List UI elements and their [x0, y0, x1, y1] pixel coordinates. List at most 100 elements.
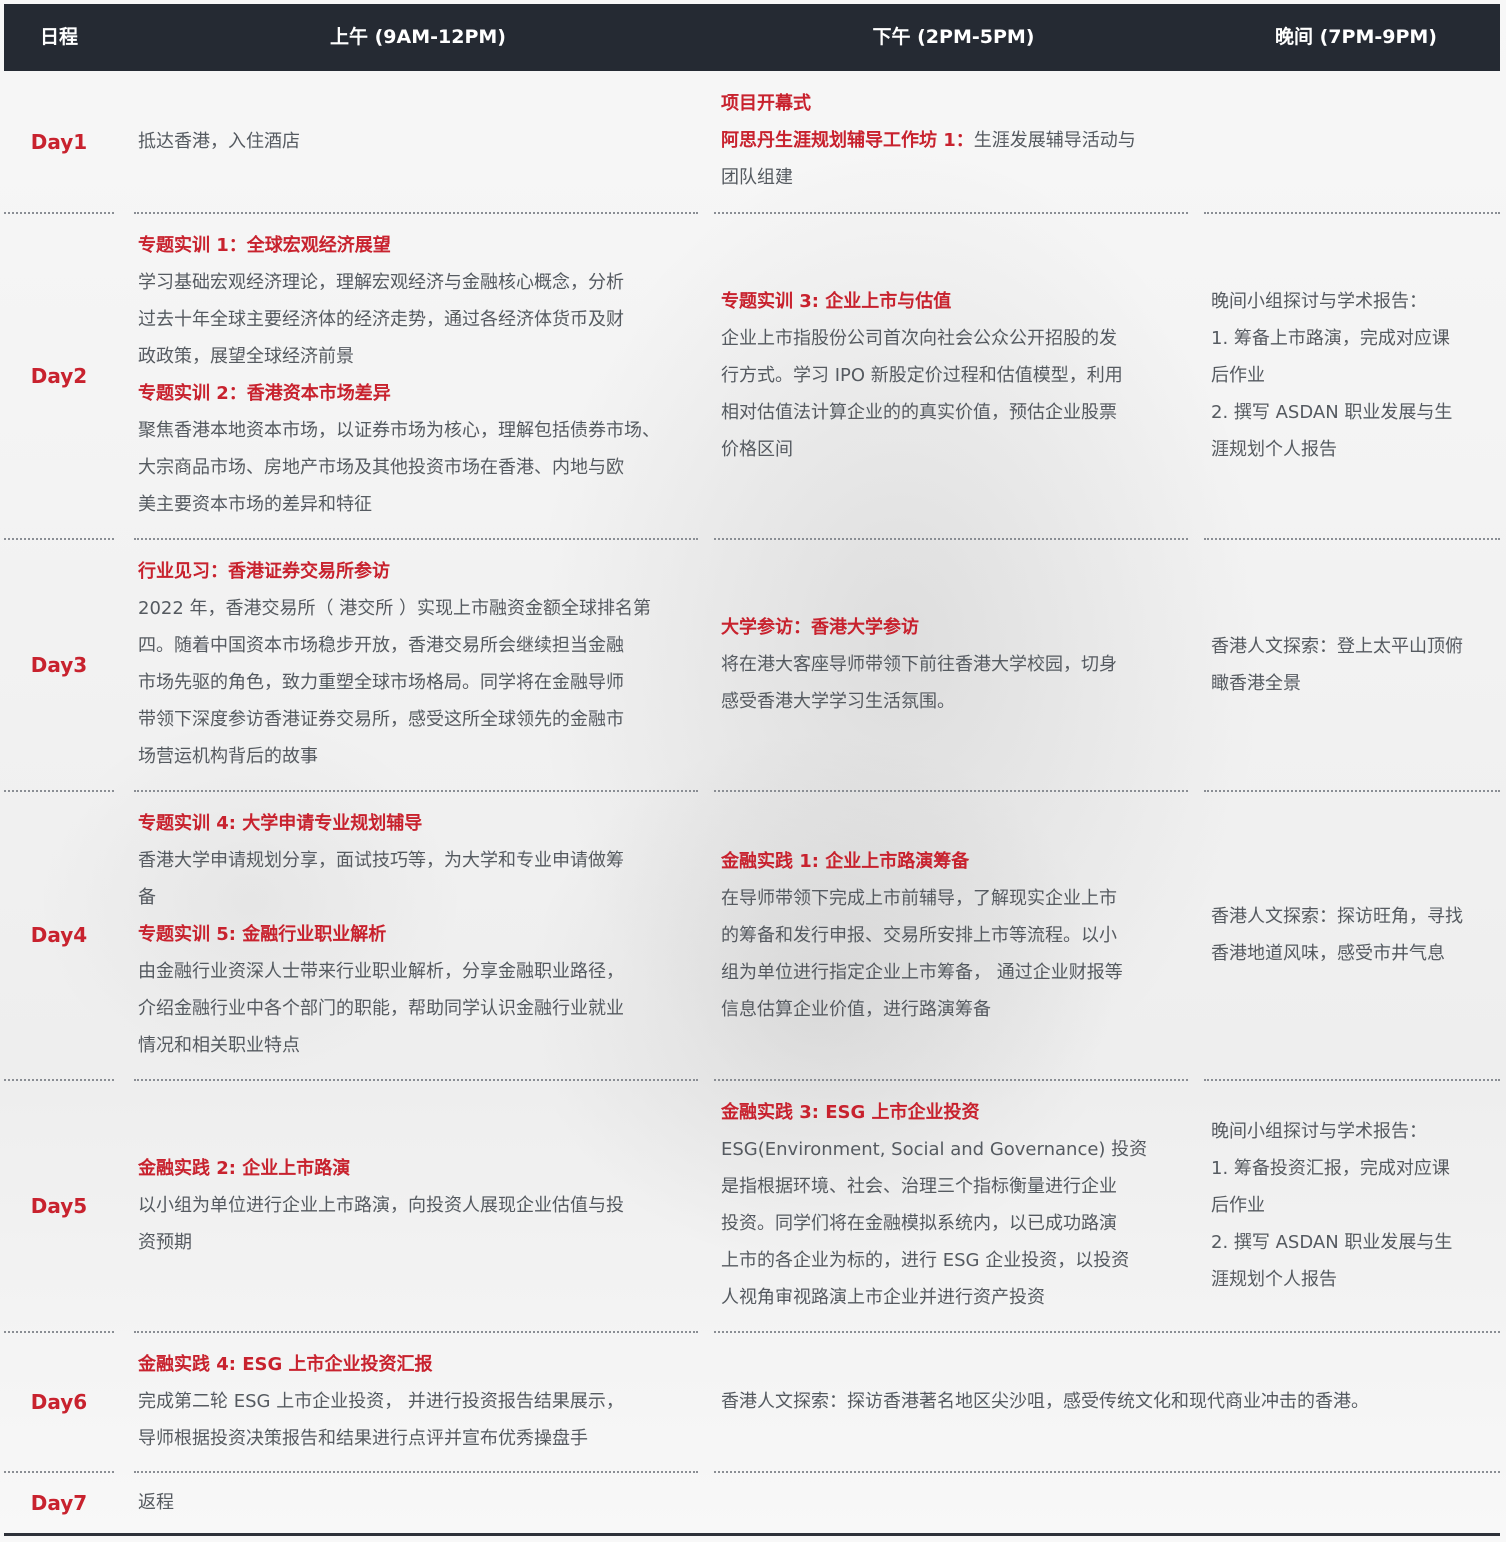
am-cell: 专题实训 4: 大学申请专业规划辅导 香港大学申请规划分享，面试技巧等，为大学和… [138, 805, 698, 1064]
evening-text: 1. 筹备投资汇报，完成对应课 [1211, 1158, 1450, 1179]
pm-title: 项目开幕式 [721, 93, 811, 114]
am-cell: 金融实践 2: 企业上市路演 以小组为单位进行企业上市路演，向投资人展现企业估值… [138, 1080, 698, 1331]
pm-evening-text: 香港人文探索：探访香港著名地区尖沙咀，感受传统文化和现代商业冲击的香港。 [721, 1391, 1369, 1412]
header-pm: 下午 (2PM-5PM) [872, 26, 1035, 48]
pm-text: 企业上市指股份公司首次向社会公众公开招股的发 [721, 328, 1117, 349]
pm-title: 大学参访：香港大学参访 [721, 617, 919, 638]
am-text: 香港大学申请规划分享，面试技巧等，为大学和专业申请做筹 [138, 850, 624, 871]
table-row: Day7 返程 [0, 1472, 1506, 1533]
pm-title: 金融实践 1: 企业上市路演筹备 [721, 850, 970, 872]
day-label: Day5 [30, 1193, 88, 1218]
day-label: Day2 [30, 363, 88, 388]
evening-text: 1. 筹备上市路演，完成对应课 [1211, 328, 1450, 349]
am-cell: 返程 [138, 1472, 698, 1533]
pm-text: 感受香港大学学习生活氛围。 [721, 691, 955, 712]
day-label: Day4 [30, 923, 88, 947]
evening-text: 后作业 [1211, 365, 1265, 386]
am-text: 2022 年，香港交易所（ 港交所 ）实现上市融资金额全球排名第 [138, 598, 651, 619]
am-text: 抵达香港，入住酒店 [138, 131, 300, 152]
am-text: 介绍金融行业中各个部门的职能，帮助同学认识金融行业就业 [138, 998, 624, 1019]
pm-text: 团队组建 [721, 167, 793, 188]
evening-text: 涯规划个人报告 [1211, 1269, 1337, 1290]
evening-cell: 晚间小组探讨与学术报告： 1. 筹备投资汇报，完成对应课 后作业 2. 撰写 A… [1211, 1080, 1501, 1331]
evening-text: 后作业 [1211, 1195, 1265, 1216]
am-text: 带领下深度参访香港证券交易所，感受这所全球领先的金融市 [138, 709, 624, 730]
evening-text: 晚间小组探讨与学术报告： [1211, 1121, 1427, 1142]
pm-text: 组为单位进行指定企业上市筹备， 通过企业财报等 [721, 961, 1123, 983]
am-text: 场营运机构背后的故事 [138, 746, 318, 767]
am-title: 专题实训 5: 金融行业职业解析 [138, 924, 387, 945]
table-row: Day4 专题实训 4: 大学申请专业规划辅导 香港大学申请规划分享，面试技巧等… [0, 791, 1506, 1079]
am-text: 过去十年全球主要经济体的经济走势，通过各经济体货币及财 [138, 309, 624, 330]
am-text: 学习基础宏观经济理论，理解宏观经济与金融核心概念，分析 [138, 272, 624, 293]
pm-text: 人视角审视路演上市企业并进行资产投资 [721, 1287, 1045, 1308]
table-bottom-rule [4, 1533, 1500, 1536]
pm-text: 行方式。学习 IPO 新股定价过程和估值模型，利用 [721, 365, 1123, 386]
table-row: Day1 抵达香港，入住酒店 项目开幕式 阿思丹生涯规划辅导工作坊 1：生涯发展… [0, 71, 1506, 212]
day-label: Day1 [30, 129, 88, 154]
am-text: 美主要资本市场的差异和特征 [138, 494, 372, 515]
am-text: 导师根据投资决策报告和结果进行点评并宣布优秀操盘手 [138, 1428, 588, 1449]
day-label: Day6 [30, 1389, 88, 1414]
pm-title: 专题实训 3: 企业上市与估值 [721, 291, 952, 312]
table-header: 日程 上午 (9AM-12PM) 下午 (2PM-5PM) 晚间 (7PM-9P… [4, 4, 1500, 71]
am-text: 政政策，展望全球经济前景 [138, 346, 354, 367]
am-title: 金融实践 2: 企业上市路演 [138, 1158, 351, 1179]
am-text: 完成第二轮 ESG 上市企业投资， 并进行投资报告结果展示， [138, 1391, 624, 1412]
pm-text: 生涯发展辅导活动与 [973, 130, 1136, 151]
am-cell: 抵达香港，入住酒店 [138, 71, 698, 212]
pm-evening-cell: 香港人文探索：探访香港著名地区尖沙咀，感受传统文化和现代商业冲击的香港。 [721, 1332, 1501, 1471]
am-text: 市场先驱的角色，致力重塑全球市场格局。同学将在金融导师 [138, 672, 624, 693]
am-text: 聚焦香港本地资本市场，以证券市场为核心，理解包括债券市场、 [138, 420, 660, 441]
pm-cell: 金融实践 1: 企业上市路演筹备 在导师带领下完成上市前辅导，了解现实企业上市 … [721, 791, 1186, 1079]
pm-text: 将在港大客座导师带领下前往香港大学校园，切身 [721, 654, 1117, 675]
pm-text: 信息估算企业价值，进行路演筹备 [721, 998, 991, 1020]
day-label: Day3 [30, 652, 88, 677]
pm-cell: 项目开幕式 阿思丹生涯规划辅导工作坊 1：生涯发展辅导活动与 团队组建 [721, 85, 1186, 196]
pm-text: 在导师带领下完成上市前辅导，了解现实企业上市 [721, 887, 1117, 909]
evening-text: 2. 撰写 ASDAN 职业发展与生 [1211, 402, 1453, 423]
pm-title: 金融实践 3: ESG 上市企业投资 [721, 1102, 980, 1123]
pm-text: 相对估值法计算企业的的真实价值，预估企业股票 [721, 402, 1117, 423]
evening-text: 香港人文探索：登上太平山顶俯 [1211, 635, 1463, 657]
am-text: 情况和相关职业特点 [138, 1035, 300, 1056]
evening-cell: 香港人文探索：探访旺角，寻找 香港地道风味，感受市井气息 [1211, 791, 1501, 1079]
pm-text: 投资。同学们将在金融模拟系统内，以已成功路演 [721, 1213, 1117, 1234]
am-title: 行业见习：香港证券交易所参访 [138, 561, 390, 582]
pm-cell: 大学参访：香港大学参访 将在港大客座导师带领下前往香港大学校园，切身 感受香港大… [721, 539, 1186, 790]
pm-title: 阿思丹生涯规划辅导工作坊 1： [721, 130, 974, 151]
pm-text: 上市的各企业为标的，进行 ESG 企业投资，以投资 [721, 1250, 1130, 1271]
evening-cell: 香港人文探索：登上太平山顶俯 瞰香港全景 [1211, 539, 1501, 790]
evening-text: 香港地道风味，感受市井气息 [1211, 943, 1445, 964]
pm-cell: 专题实训 3: 企业上市与估值 企业上市指股份公司首次向社会公众公开招股的发 行… [721, 213, 1186, 538]
am-cell: 专题实训 1：全球宏观经济展望 学习基础宏观经济理论，理解宏观经济与金融核心概念… [138, 227, 698, 523]
pm-text: 的筹备和发行申报、交易所安排上市等流程。以小 [721, 924, 1117, 946]
evening-text: 瞰香港全景 [1211, 672, 1301, 694]
evening-cell: 晚间小组探讨与学术报告： 1. 筹备上市路演，完成对应课 后作业 2. 撰写 A… [1211, 213, 1501, 538]
table-row: Day2 专题实训 1：全球宏观经济展望 学习基础宏观经济理论，理解宏观经济与金… [0, 213, 1506, 538]
pm-text: 价格区间 [721, 439, 793, 460]
am-title: 专题实训 4: 大学申请专业规划辅导 [138, 813, 423, 834]
pm-text: ESG(Environment, Social and Governance) … [721, 1139, 1148, 1160]
pm-cell: 金融实践 3: ESG 上市企业投资 ESG(Environment, Soci… [721, 1094, 1186, 1316]
am-text: 四。随着中国资本市场稳步开放，香港交易所会继续担当金融 [138, 635, 624, 656]
am-text: 大宗商品市场、房地产市场及其他投资市场在香港、内地与欧 [138, 457, 624, 478]
am-title: 专题实训 1：全球宏观经济展望 [138, 235, 391, 256]
evening-text: 2. 撰写 ASDAN 职业发展与生 [1211, 1232, 1453, 1253]
day-label: Day7 [30, 1490, 88, 1515]
table-row: Day5 金融实践 2: 企业上市路演 以小组为单位进行企业上市路演，向投资人展… [0, 1080, 1506, 1331]
table-row: Day3 行业见习：香港证券交易所参访 2022 年，香港交易所（ 港交所 ）实… [0, 539, 1506, 790]
am-text: 资预期 [138, 1232, 192, 1253]
table-row: Day6 金融实践 4: ESG 上市企业投资汇报 完成第二轮 ESG 上市企业… [0, 1332, 1506, 1471]
am-text: 返程 [138, 1492, 174, 1513]
pm-text: 是指根据环境、社会、治理三个指标衡量进行企业 [721, 1176, 1117, 1197]
evening-text: 晚间小组探讨与学术报告： [1211, 291, 1427, 312]
header-day: 日程 [39, 26, 78, 48]
am-cell: 金融实践 4: ESG 上市企业投资汇报 完成第二轮 ESG 上市企业投资， 并… [138, 1332, 698, 1471]
header-am: 上午 (9AM-12PM) [330, 26, 506, 48]
am-text: 备 [138, 887, 156, 908]
evening-text: 香港人文探索：探访旺角，寻找 [1211, 906, 1463, 927]
header-evening: 晚间 (7PM-9PM) [1275, 26, 1437, 48]
evening-text: 涯规划个人报告 [1211, 439, 1337, 460]
am-title: 专题实训 2：香港资本市场差异 [138, 383, 391, 404]
